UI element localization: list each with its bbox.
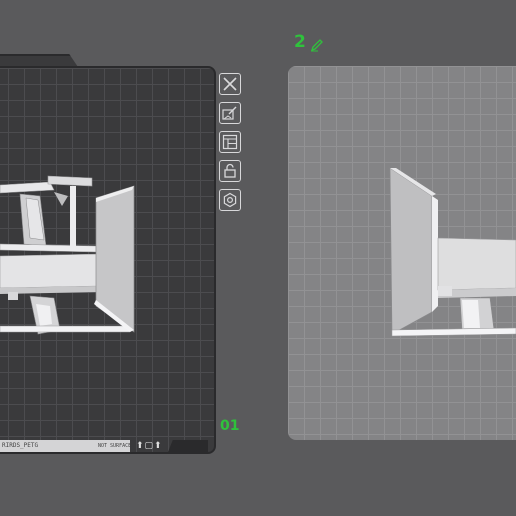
plate-number-label: 01 [220,418,240,434]
settings-button[interactable] [219,189,241,211]
pencil-icon[interactable] [310,38,324,52]
layout-button[interactable] [219,131,241,153]
right-model[interactable] [389,167,516,337]
status-bar: RIRDS_PETG NOT SURFACE [0,440,130,452]
lock-icon [224,163,236,178]
toolbar [219,73,243,218]
plate-number-label-2[interactable]: 2 [294,32,306,52]
material-label: RIRDS_PETG [2,442,39,449]
lock-button[interactable] [219,160,241,182]
edit-icon [222,106,237,120]
edit-button[interactable] [219,102,241,124]
gear-icon [223,192,237,208]
close-icon [223,77,237,91]
close-button[interactable] [219,73,241,95]
surface-label: NOT SURFACE [98,443,130,449]
status-icons[interactable]: ⬆▢⬆ [136,440,163,452]
layout-icon [222,134,238,150]
status-bar-tail [168,440,208,452]
model-layer [0,167,516,337]
left-model[interactable] [0,175,135,335]
